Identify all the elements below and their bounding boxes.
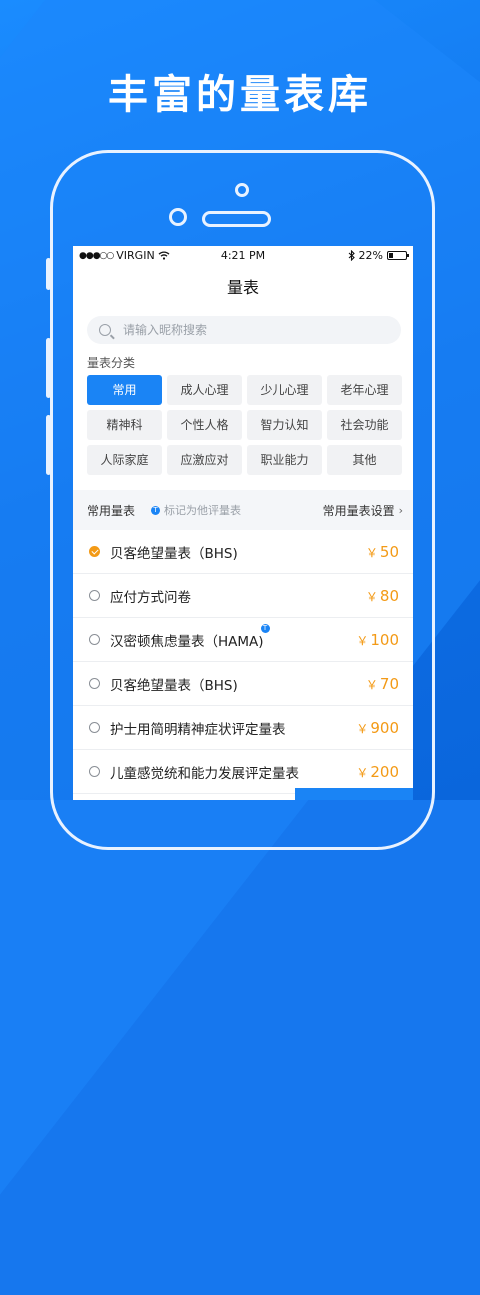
category-chip[interactable]: 成人心理	[167, 375, 242, 405]
category-chip[interactable]: 精神科	[87, 410, 162, 440]
scale-name: 儿童感觉统和能力发展评定量表	[110, 762, 299, 782]
category-chip[interactable]: 常用	[87, 375, 162, 405]
promo-headline: 丰富的量表库	[108, 72, 372, 118]
scale-name-text: 汉密顿焦虑量表（HAMA)	[110, 633, 264, 650]
other-rated-badge-icon: T	[260, 623, 270, 633]
category-chip[interactable]: 少儿心理	[247, 375, 322, 405]
category-chip[interactable]: 人际家庭	[87, 445, 162, 475]
scale-name-text: 儿童感觉统和能力发展评定量表	[110, 765, 299, 782]
scale-list-item[interactable]: 贝客绝望量表（BHS) ￥ 50	[73, 530, 413, 574]
radio-unchecked-icon[interactable]	[89, 722, 100, 733]
chevron-right-icon: ›	[398, 503, 403, 517]
search-input[interactable]	[121, 322, 365, 338]
scale-price: ￥ 80	[366, 587, 399, 605]
scale-list-item[interactable]: 应付方式问卷 ￥ 80	[73, 574, 413, 618]
category-chip[interactable]: 其他	[327, 445, 402, 475]
currency-symbol: ￥	[365, 677, 378, 692]
scale-price: ￥ 900	[356, 719, 399, 737]
radio-checked-icon[interactable]	[89, 546, 100, 557]
scale-name-text: 贝客绝望量表（BHS)	[110, 677, 238, 694]
scale-name: 汉密顿焦虑量表（HAMA) T	[110, 623, 270, 650]
scale-list-item[interactable]: 贝客绝望量表（BHS) ￥ 70	[73, 662, 413, 706]
category-chip[interactable]: 智力认知	[247, 410, 322, 440]
battery-icon	[387, 251, 409, 260]
scale-name-text: 应付方式问卷	[110, 589, 191, 606]
radio-unchecked-icon[interactable]	[89, 590, 100, 601]
other-rated-legend-label: 标记为他评量表	[164, 504, 242, 517]
common-scales-settings-link[interactable]: 常用量表设置 ›	[323, 502, 403, 519]
currency-symbol: ￥	[356, 765, 369, 780]
category-chip[interactable]: 老年心理	[327, 375, 402, 405]
battery-percent: 22%	[358, 249, 383, 262]
status-bar-right: 22%	[348, 249, 409, 262]
scale-name: 护士用简明精神症状评定量表	[110, 718, 286, 738]
app-screen: ●●●○○ VIRGIN 4:21 PM 22% 量表 量表分类 常用成人心理少…	[73, 246, 413, 800]
front-camera-icon	[235, 183, 249, 197]
category-chip[interactable]: 职业能力	[247, 445, 322, 475]
category-section-label: 量表分类	[87, 356, 136, 370]
price-value: 100	[370, 630, 399, 649]
price-value: 70	[379, 674, 399, 693]
scale-list: 贝客绝望量表（BHS) ￥ 50 应付方式问卷 ￥ 80 汉密顿焦虑量表（HAMA) T ￥ 10…	[73, 530, 413, 794]
currency-symbol: ￥	[356, 721, 369, 736]
currency-symbol: ￥	[365, 589, 378, 604]
settings-link-label: 常用量表设置	[322, 503, 395, 518]
screen-title: 量表	[226, 278, 259, 297]
scale-list-item[interactable]: 护士用简明精神症状评定量表 ￥ 900	[73, 706, 413, 750]
radio-unchecked-icon[interactable]	[89, 678, 100, 689]
category-grid: 常用 成人心理 少儿心理 老年心理精神科 个性人格 智力认知 社会功能人际家庭 应激应对 职业能…	[87, 375, 402, 475]
scale-list-item[interactable]: 汉密顿焦虑量表（HAMA) T ￥ 100	[73, 618, 413, 662]
price-value: 200	[370, 762, 399, 781]
category-chip[interactable]: 应激应对	[167, 445, 242, 475]
currency-symbol: ￥	[356, 633, 369, 648]
earpiece-speaker	[202, 211, 271, 227]
other-rated-legend: T 标记为他评量表	[151, 502, 241, 518]
scale-price: ￥ 100	[356, 631, 399, 649]
scale-price: ￥ 70	[366, 675, 399, 693]
phone-volume-down	[46, 415, 51, 475]
other-rated-badge-icon: T	[151, 505, 161, 515]
bluetooth-icon	[348, 250, 355, 261]
phone-volume-up	[46, 338, 51, 398]
status-bar: ●●●○○ VIRGIN 4:21 PM 22%	[73, 246, 413, 266]
radio-unchecked-icon[interactable]	[89, 634, 100, 645]
radio-unchecked-icon[interactable]	[89, 766, 100, 777]
currency-symbol: ￥	[365, 545, 378, 560]
scale-name-text: 护士用简明精神症状评定量表	[110, 721, 286, 738]
scale-name: 应付方式问卷	[110, 586, 191, 606]
scale-name-text: 贝客绝望量表（BHS)	[110, 545, 238, 562]
scale-price: ￥ 200	[356, 763, 399, 781]
search-icon	[99, 324, 111, 336]
search-bar[interactable]	[87, 316, 401, 344]
scale-price: ￥ 50	[366, 543, 399, 561]
bottom-action-bar[interactable]	[295, 788, 413, 800]
scale-name: 贝客绝望量表（BHS)	[110, 542, 238, 562]
category-chip[interactable]: 个性人格	[167, 410, 242, 440]
proximity-sensor-icon	[169, 208, 187, 226]
phone-mute-switch	[46, 258, 51, 290]
common-scales-header: 常用量表 T 标记为他评量表 常用量表设置 ›	[73, 490, 413, 530]
price-value: 900	[370, 718, 399, 737]
category-chip[interactable]: 社会功能	[327, 410, 402, 440]
scale-name: 贝客绝望量表（BHS)	[110, 674, 238, 694]
price-value: 80	[379, 586, 399, 605]
common-scales-title: 常用量表	[87, 503, 136, 518]
price-value: 50	[379, 542, 399, 561]
